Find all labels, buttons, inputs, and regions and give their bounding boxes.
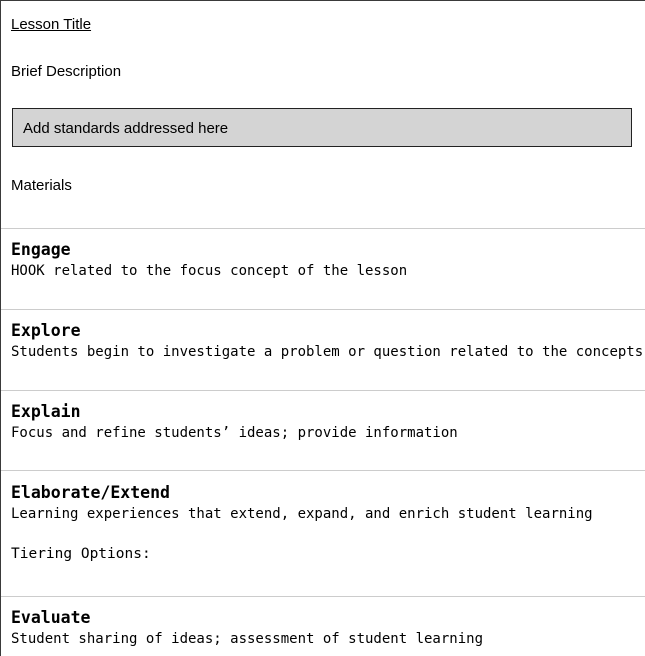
section-description-explain[interactable]: Focus and refine students’ ideas; provid… (11, 425, 458, 441)
brief-description[interactable]: Brief Description (11, 63, 121, 80)
section-description-engage[interactable]: HOOK related to the focus concept of the… (11, 263, 407, 279)
section-divider (1, 596, 645, 597)
lesson-header: Lesson Title Brief Description Add stand… (1, 1, 645, 228)
section-description-explore[interactable]: Students begin to investigate a problem … (11, 344, 643, 360)
section-title-elaborate: Elaborate/Extend (11, 483, 170, 502)
section-divider (1, 228, 645, 229)
section-title-evaluate: Evaluate (11, 608, 91, 627)
standards-field[interactable]: Add standards addressed here (12, 108, 632, 147)
standards-placeholder: Add standards addressed here (23, 120, 229, 137)
section-title-engage: Engage (11, 240, 71, 259)
materials-label[interactable]: Materials (11, 177, 72, 194)
section-divider (1, 309, 645, 310)
section-description-evaluate[interactable]: Student sharing of ideas; assessment of … (11, 631, 483, 647)
section-title-explore: Explore (11, 321, 81, 340)
section-title-explain: Explain (11, 402, 81, 421)
section-divider (1, 390, 645, 391)
section-description-elaborate[interactable]: Learning experiences that extend, expand… (11, 506, 593, 522)
lesson-plan-page: Lesson Title Brief Description Add stand… (0, 0, 645, 656)
lesson-title[interactable]: Lesson Title (11, 16, 91, 33)
section-divider (1, 470, 645, 471)
tiering-options-label[interactable]: Tiering Options: (11, 546, 151, 562)
